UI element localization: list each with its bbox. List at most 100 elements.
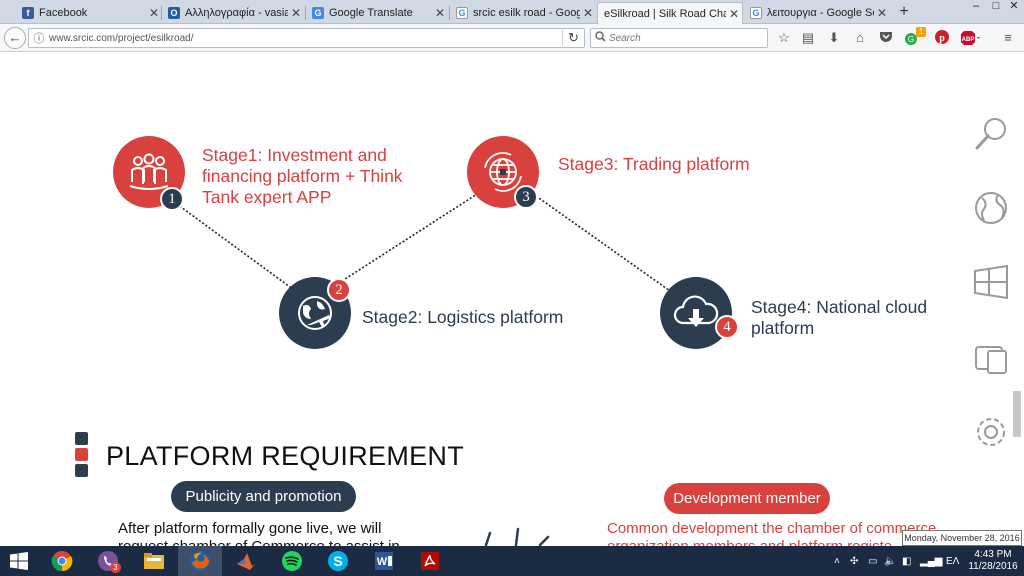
new-tab-button[interactable]: + — [896, 3, 912, 21]
start-button[interactable] — [0, 546, 38, 576]
outlook-icon: O — [168, 7, 180, 19]
wifi-icon[interactable]: ▂▄▆ — [920, 546, 942, 576]
tab-google-search-1[interactable]: G srcic esilk road - Googl... ✕ — [450, 2, 596, 24]
section-marker — [75, 432, 88, 480]
battery-icon[interactable]: ▭ — [868, 546, 877, 576]
info-icon[interactable]: ⓘ — [29, 30, 49, 46]
devices-icon[interactable] — [970, 337, 1012, 379]
chrome-button[interactable] — [40, 546, 84, 576]
close-icon[interactable]: ✕ — [726, 7, 742, 21]
maximize-button[interactable]: □ — [986, 0, 1006, 14]
development-text: Common development the chamber of commer… — [607, 520, 937, 546]
svg-text:W: W — [377, 556, 388, 568]
stage4-label: Stage4: National cloud platform — [751, 297, 928, 338]
adblock-plus-icon[interactable]: ABP — [960, 30, 982, 46]
reload-icon[interactable]: ↻ — [562, 30, 584, 46]
stage1-badge: 1 — [160, 187, 184, 211]
chrome-icon — [51, 551, 73, 572]
tab-title: Αλληλογραφία - vasia r... — [185, 7, 288, 19]
network-tools-icon[interactable]: ✣ — [850, 546, 858, 576]
acrobat-icon — [421, 552, 439, 570]
tab-title: Facebook — [39, 7, 88, 19]
development-pill: Development member — [664, 483, 830, 514]
close-window-button[interactable]: ✕ — [1004, 0, 1024, 14]
matlab-button[interactable] — [224, 546, 268, 576]
tab-strip: f Facebook ✕ O Αλληλογραφία - vasia r...… — [0, 0, 1024, 24]
acrobat-button[interactable] — [408, 546, 452, 576]
close-icon[interactable]: ✕ — [288, 6, 304, 20]
tab-title: λειτουργια - Google Se... — [767, 7, 874, 19]
stage3-badge: 3 — [514, 185, 538, 209]
close-icon[interactable]: ✕ — [874, 6, 890, 20]
tab-title: srcic esilk road - Googl... — [473, 7, 580, 19]
svg-text:S: S — [333, 553, 342, 569]
tab-title: Google Translate — [329, 7, 413, 19]
bookmark-star-icon[interactable]: ☆ — [776, 30, 792, 46]
minimize-button[interactable]: – — [966, 0, 986, 14]
start-icon — [10, 552, 28, 570]
file-explorer-icon — [144, 553, 164, 569]
facebook-icon: f — [22, 7, 34, 19]
search-input[interactable] — [609, 32, 759, 44]
stage2-label: Stage2: Logistics platform — [362, 307, 564, 327]
home-icon[interactable]: ⌂ — [852, 30, 868, 46]
spotify-button[interactable] — [270, 546, 314, 576]
search-icon[interactable] — [970, 114, 1012, 156]
close-icon[interactable]: ✕ — [580, 6, 596, 20]
tab-google-search-2[interactable]: G λειτουργια - Google Se... ✕ — [744, 2, 890, 24]
search-bar[interactable] — [590, 28, 768, 48]
globe-icon[interactable] — [970, 187, 1012, 229]
address-bar[interactable]: ⓘ www.srcic.com/project/esilkroad/ ↻ — [28, 28, 585, 48]
spotify-icon — [282, 551, 302, 571]
page-content: 1 Stage1: Investment and financing platf… — [0, 53, 1024, 546]
google-icon: G — [456, 7, 468, 19]
reading-list-icon[interactable]: ▤ — [800, 30, 816, 46]
word-icon: W — [375, 552, 393, 570]
file-explorer-button[interactable] — [132, 546, 176, 576]
show-hidden-icons[interactable]: ˄ — [834, 546, 840, 576]
close-icon[interactable]: ✕ — [432, 6, 448, 20]
google-translate-icon: G — [312, 7, 324, 19]
viber-badge: 3 — [110, 562, 121, 573]
skype-icon: S — [328, 551, 348, 571]
matlab-icon — [237, 553, 255, 570]
skype-button[interactable]: S — [316, 546, 360, 576]
downloads-icon[interactable]: ⬇ — [826, 30, 842, 46]
navigation-toolbar: ← ⓘ www.srcic.com/project/esilkroad/ ↻ ☆… — [0, 24, 1024, 52]
people-group-icon — [129, 153, 169, 190]
tab-google-translate[interactable]: G Google Translate ✕ — [306, 2, 448, 24]
pocket-icon[interactable] — [878, 30, 894, 46]
date-tooltip: Monday, November 28, 2016 — [902, 530, 1022, 546]
sound-mixer-icon[interactable]: ◧ — [902, 546, 911, 576]
arrow-left-icon: ← — [8, 30, 22, 45]
search-icon — [591, 31, 609, 45]
tab-mail[interactable]: O Αλληλογραφία - vasia r... ✕ — [162, 2, 304, 24]
hangouts-badge: 1 — [916, 27, 926, 37]
tab-esilkroad[interactable]: eSilkroad | Silk Road Cham... ✕ — [597, 2, 743, 24]
close-icon[interactable]: ✕ — [146, 6, 162, 20]
viber-button[interactable]: 3 — [86, 546, 130, 576]
firefox-button[interactable] — [178, 546, 222, 576]
language-indicator[interactable]: ΕΛ — [946, 546, 959, 576]
windows-icon[interactable] — [970, 261, 1012, 303]
settings-icon[interactable] — [970, 411, 1012, 453]
svg-text:p: p — [939, 33, 945, 44]
url-text: www.srcic.com/project/esilkroad/ — [49, 32, 194, 44]
cloud-download-icon — [673, 295, 719, 327]
svg-text:ABP: ABP — [962, 37, 975, 43]
tab-title: eSilkroad | Silk Road Cham... — [604, 7, 726, 20]
svg-text:G: G — [908, 35, 914, 44]
word-button[interactable]: W — [362, 546, 406, 576]
stage1-label: Stage1: Investment and financing platfor… — [202, 145, 403, 207]
scrollbar-thumb[interactable] — [1013, 391, 1021, 437]
back-button[interactable]: ← — [4, 27, 26, 49]
tab-facebook[interactable]: f Facebook ✕ — [16, 2, 162, 24]
volume-icon[interactable]: 🔈 — [884, 546, 896, 576]
stage3-label: Stage3: Trading platform — [558, 154, 750, 174]
menu-icon[interactable]: ≡ — [1000, 30, 1016, 46]
firefox-icon — [190, 551, 210, 571]
pinterest-icon[interactable]: p — [934, 30, 950, 46]
stage4-badge: 4 — [715, 315, 739, 339]
clock[interactable]: 4:43 PM 11/28/2016 — [966, 549, 1020, 573]
publicity-pill: Publicity and promotion — [171, 481, 356, 512]
